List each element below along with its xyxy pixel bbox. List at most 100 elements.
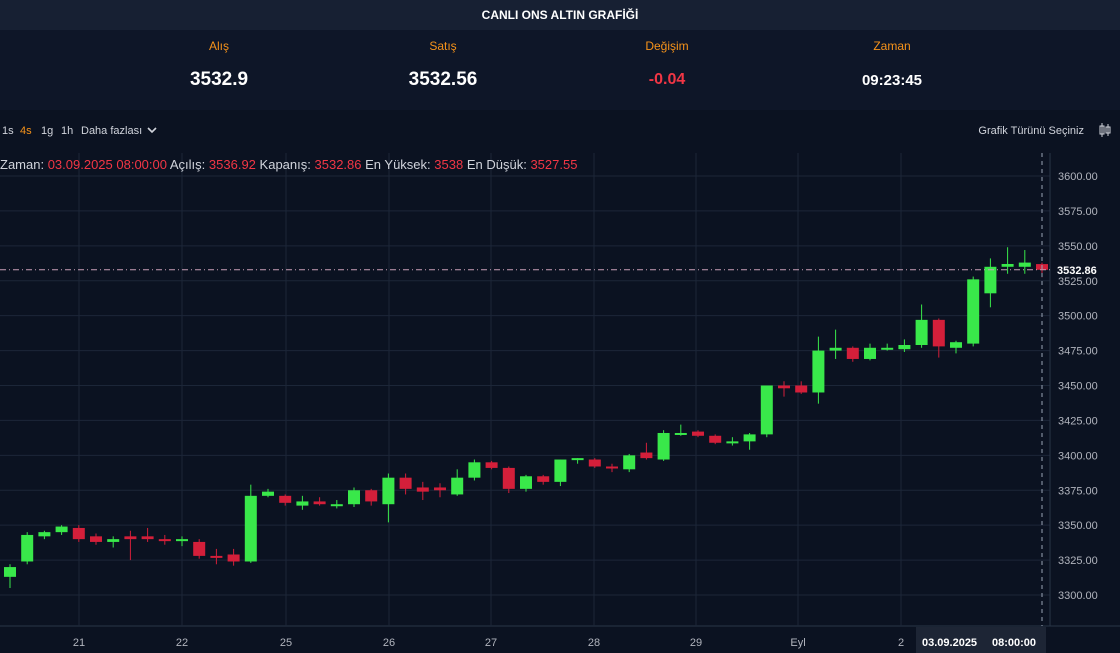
candle-body (743, 434, 756, 442)
legend-time-label: Zaman: (0, 157, 45, 172)
candle-body (520, 476, 532, 489)
legend-low-value: 3527.55 (530, 157, 578, 172)
candle-body (778, 385, 790, 389)
candle-body (38, 532, 51, 537)
price-tick-label: 3600.00 (1058, 171, 1098, 183)
timeframe-1h[interactable]: 1h (61, 125, 73, 137)
time-tick-label: 22 (176, 637, 188, 649)
time-value: 09:23:45 (861, 72, 923, 89)
candle-body (984, 266, 997, 294)
change-value: -0.04 (648, 71, 686, 88)
legend-high-label: En Yüksek: (365, 157, 431, 172)
candlestick-icon[interactable] (1098, 122, 1112, 138)
candle-body (760, 385, 773, 435)
candle-body (21, 534, 34, 562)
candle-body (829, 347, 842, 351)
price-tick-label: 3500.00 (1058, 311, 1098, 323)
bid-value: 3532.9 (189, 69, 249, 90)
candle-body (72, 527, 85, 540)
more-timeframes-button[interactable]: Daha fazlası (81, 125, 157, 137)
price-overlay: 3532.86 03.09.2025 08:00:00 (0, 153, 1104, 653)
candle-body (950, 342, 962, 348)
candle-body (468, 462, 481, 478)
candle-body (606, 466, 618, 469)
bid-column: Alış 3532.9 (119, 30, 319, 91)
chevron-down-icon (147, 127, 157, 134)
candle-body (1018, 262, 1031, 267)
candle-body (864, 347, 876, 359)
price-tick-label: 3550.00 (1058, 241, 1098, 253)
price-tick-label: 3350.00 (1058, 520, 1098, 532)
candle-body (915, 319, 928, 345)
candle-body (141, 536, 154, 540)
price-tick-label: 3300.00 (1058, 590, 1098, 602)
candle-body (588, 459, 601, 467)
price-tick-label: 3400.00 (1058, 450, 1098, 462)
price-axis: 3300.00 3325.00 3350.00 3375.00 3400.00 3425.… (1058, 171, 1098, 602)
price-tick-label: 3450.00 (1058, 381, 1098, 393)
candle-body (313, 501, 326, 505)
candlestick-chart[interactable]: 3532.86 03.09.2025 08:00:00 3300.00 3325.00… (0, 153, 1120, 653)
candle-body (244, 495, 257, 562)
ask-column: Satış 3532.56 (343, 30, 543, 91)
candle-body (55, 526, 68, 533)
more-timeframes-label: Daha fazlası (81, 125, 143, 137)
candle-body (434, 487, 446, 491)
legend-close-value: 3532.86 (314, 157, 362, 172)
legend-open-value: 3536.92 (208, 157, 256, 172)
change-label: Değişim (645, 39, 689, 53)
candle-series (4, 247, 1048, 589)
candle-body (692, 431, 704, 436)
candle-body (176, 539, 188, 542)
candle-body (795, 385, 808, 393)
quote-panel: Alış 3532.9 Satış 3532.56 Değişim -0.04 … (0, 30, 1120, 110)
candle-body (537, 476, 550, 482)
candle-body (348, 490, 360, 505)
timeframe-1g[interactable]: 1g (41, 125, 53, 137)
ask-value: 3532.56 (408, 69, 478, 90)
time-tick-label: 26 (383, 637, 395, 649)
time-tick-label: 28 (588, 637, 600, 649)
chart-title-bar: CANLI ONS ALTIN GRAFİĞİ (0, 0, 1120, 30)
time-tick-label: Eyl (790, 637, 805, 649)
time-tick-label: 29 (690, 637, 702, 649)
time-tick-label: 25 (280, 637, 292, 649)
candle-body (365, 490, 378, 502)
time-axis: 21 22 25 26 27 28 29 Eyl 2 (73, 637, 904, 649)
chart-type-selector-label[interactable]: Grafik Türünü Seçiniz (978, 125, 1084, 137)
price-tick-label: 3425.00 (1058, 415, 1098, 427)
chart-toolbar: 1s 4s 1g 1h Daha fazlası Grafik Türünü S… (0, 120, 1120, 142)
candle-body (898, 344, 911, 350)
time-tick-label: 27 (485, 637, 497, 649)
candle-body (262, 491, 274, 496)
candle-body (554, 459, 567, 482)
time-tick-label: 21 (73, 637, 85, 649)
legend-high-value: 3538 (434, 157, 464, 172)
chart-grid (0, 153, 1120, 627)
candle-body (502, 467, 515, 489)
candle-body (193, 541, 206, 556)
candle-body (846, 347, 859, 359)
candle-body (296, 501, 309, 506)
timeframe-1s[interactable]: 1s (2, 125, 14, 137)
ask-label: Satış (429, 39, 457, 53)
candle-body (571, 458, 584, 461)
timeframe-4s[interactable]: 4s (20, 125, 32, 137)
bid-label: Alış (208, 39, 229, 53)
candle-body (210, 555, 223, 558)
candle-body (640, 452, 653, 459)
candle-body (657, 432, 670, 460)
candle-body (382, 477, 395, 505)
ohlc-legend: Zaman: 03.09.2025 08:00:00 Açılış: 3536.… (0, 157, 577, 172)
price-tick-label: 3325.00 (1058, 555, 1098, 567)
candle-body (726, 441, 739, 444)
candle-body (485, 462, 498, 468)
candle-body (330, 504, 343, 507)
candle-body (158, 539, 171, 542)
candle-body (709, 435, 722, 443)
candle-body (124, 536, 137, 540)
legend-close-label: Kapanış: (259, 157, 311, 172)
legend-time-value: 03.09.2025 08:00:00 (47, 157, 167, 172)
candle-body (279, 495, 292, 503)
crosshair-time-tag: 08:00:00 (992, 637, 1036, 649)
